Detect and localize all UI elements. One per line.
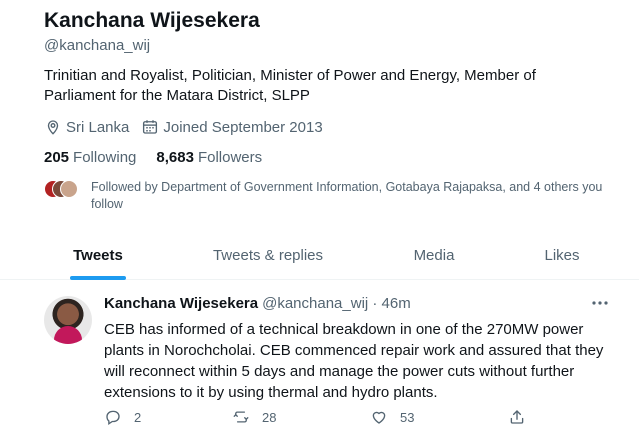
reply-count: 2 <box>134 409 142 425</box>
like-count: 53 <box>400 409 415 425</box>
share-button[interactable] <box>508 408 538 426</box>
more-icon[interactable] <box>590 293 610 313</box>
active-tab-indicator <box>70 276 126 280</box>
profile-bio: Trinitian and Royalist, Politician, Mini… <box>44 67 536 104</box>
tweet-text: CEB has informed of a technical breakdow… <box>104 321 604 401</box>
retweet-icon <box>233 411 249 423</box>
follow-stats: 205 Following 8,683 Followers <box>44 149 282 166</box>
joined-item: Joined September 2013 <box>141 118 323 136</box>
reply-icon <box>106 410 120 426</box>
tweet-actions: 2 28 53 <box>104 408 534 430</box>
profile-name: Kanchana Wijesekera <box>44 9 260 32</box>
tab-tweets[interactable]: Tweets <box>55 230 141 280</box>
avatar <box>60 180 78 198</box>
tab-tweets-replies[interactable]: Tweets & replies <box>198 230 338 280</box>
tweet[interactable]: Kanchana Wijesekera @kanchana_wij · 46m C… <box>0 281 639 440</box>
location-item: Sri Lanka <box>44 118 129 136</box>
retweet-button[interactable]: 28 <box>232 408 276 426</box>
profile-meta: Sri Lanka Joined September 2013 <box>44 118 335 136</box>
following-link[interactable]: 205 Following <box>44 149 136 166</box>
like-button[interactable]: 53 <box>370 408 414 426</box>
reply-button[interactable]: 2 <box>104 408 141 426</box>
followed-by-avatars <box>44 180 78 200</box>
location-text: Sri Lanka <box>66 118 130 136</box>
calendar-icon <box>143 120 158 134</box>
followers-link[interactable]: 8,683 Followers <box>156 149 262 166</box>
joined-text: Joined September 2013 <box>163 118 323 136</box>
followers-count: 8,683 <box>156 149 194 166</box>
following-count: 205 <box>44 149 70 166</box>
like-icon <box>372 411 386 424</box>
profile-handle: @kanchana_wij <box>44 37 151 54</box>
share-icon <box>510 410 524 424</box>
profile-tabs: Tweets Tweets & replies Media Likes <box>0 230 639 280</box>
tweet-author[interactable]: Kanchana Wijesekera <box>104 295 258 312</box>
avatar[interactable] <box>44 296 92 344</box>
tab-likes[interactable]: Likes <box>530 230 594 280</box>
tweet-handle-time: @kanchana_wij · 46m <box>262 295 411 312</box>
followers-label: Followers <box>197 149 263 166</box>
tweet-header: Kanchana Wijesekera @kanchana_wij · 46m <box>104 295 411 312</box>
retweet-count: 28 <box>262 409 277 425</box>
followed-by-text: Followed by Department of Government Inf… <box>91 180 603 211</box>
tab-media[interactable]: Media <box>396 230 472 280</box>
following-label: Following <box>73 149 137 166</box>
location-icon <box>47 120 59 135</box>
